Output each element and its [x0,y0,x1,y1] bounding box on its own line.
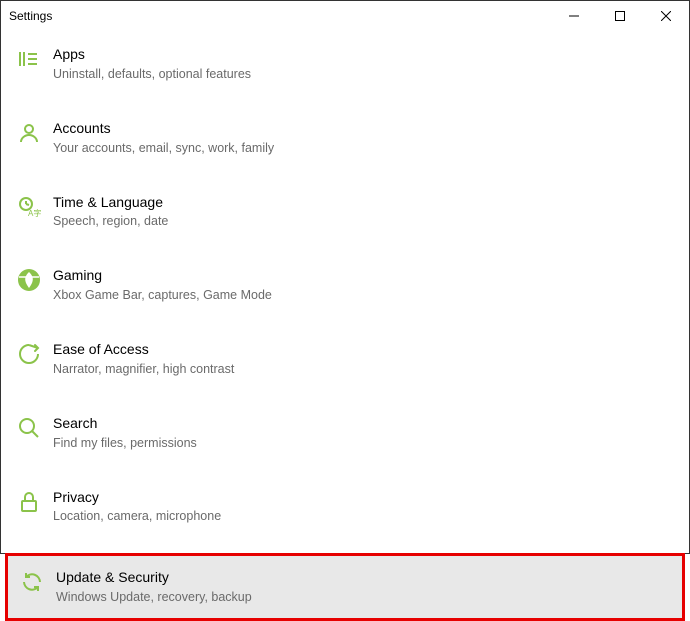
item-desc: Your accounts, email, sync, work, family [53,140,274,157]
item-desc: Uninstall, defaults, optional features [53,66,251,83]
item-desc: Find my files, permissions [53,435,197,452]
settings-item-update-security[interactable]: Update & Security Windows Update, recove… [5,553,685,621]
minimize-button[interactable] [551,1,597,31]
search-icon [15,414,43,442]
item-desc: Narrator, magnifier, high contrast [53,361,234,378]
item-title: Privacy [53,488,221,507]
settings-list: Apps Uninstall, defaults, optional featu… [1,31,689,621]
accounts-icon [15,119,43,147]
settings-item-ease-of-access[interactable]: Ease of Access Narrator, magnifier, high… [1,332,689,386]
titlebar: Settings [1,1,689,31]
privacy-icon [15,488,43,516]
gaming-icon [15,266,43,294]
ease-of-access-icon [15,340,43,368]
minimize-icon [569,11,579,21]
window-controls [551,1,689,31]
settings-item-search[interactable]: Search Find my files, permissions [1,406,689,460]
item-title: Gaming [53,266,272,285]
svg-text:A字: A字 [28,208,41,218]
settings-item-time-language[interactable]: A字 Time & Language Speech, region, date [1,185,689,239]
item-desc: Location, camera, microphone [53,508,221,525]
item-title: Time & Language [53,193,168,212]
close-icon [661,11,671,21]
maximize-button[interactable] [597,1,643,31]
time-language-icon: A字 [15,193,43,221]
item-desc: Xbox Game Bar, captures, Game Mode [53,287,272,304]
apps-icon [15,45,43,73]
settings-item-privacy[interactable]: Privacy Location, camera, microphone [1,480,689,534]
window-title: Settings [9,9,551,23]
item-desc: Speech, region, date [53,213,168,230]
settings-item-apps[interactable]: Apps Uninstall, defaults, optional featu… [1,37,689,91]
item-title: Apps [53,45,251,64]
update-security-icon [18,568,46,596]
item-desc: Windows Update, recovery, backup [56,589,252,606]
settings-item-gaming[interactable]: Gaming Xbox Game Bar, captures, Game Mod… [1,258,689,312]
close-button[interactable] [643,1,689,31]
item-title: Update & Security [56,568,252,587]
item-title: Accounts [53,119,274,138]
item-title: Search [53,414,197,433]
item-title: Ease of Access [53,340,234,359]
settings-item-accounts[interactable]: Accounts Your accounts, email, sync, wor… [1,111,689,165]
maximize-icon [615,11,625,21]
